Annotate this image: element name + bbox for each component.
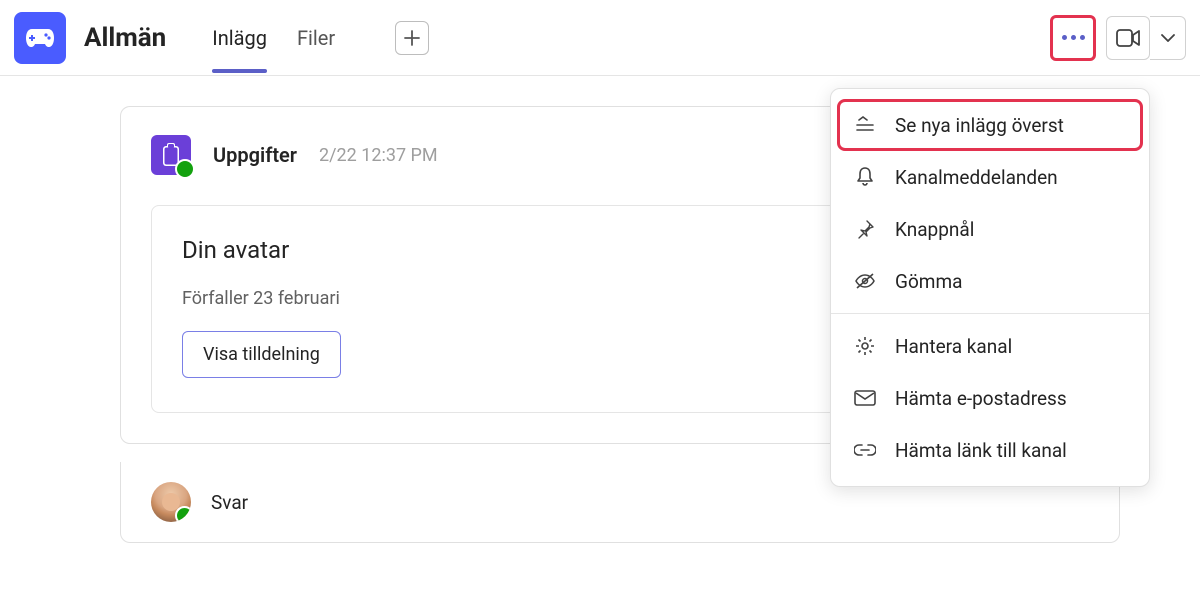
- menu-item-newest-first[interactable]: Se nya inlägg överst: [839, 101, 1141, 149]
- pin-icon: [853, 217, 877, 241]
- tab-posts[interactable]: Inlägg: [212, 4, 267, 72]
- menu-item-manage[interactable]: Hantera kanal: [831, 320, 1149, 372]
- menu-item-label: Hantera kanal: [895, 335, 1012, 358]
- gear-icon: [853, 334, 877, 358]
- bell-icon: [853, 165, 877, 189]
- post-timestamp: 2/22 12:37 PM: [319, 145, 438, 166]
- channel-header: Allmän Inlägg Filer: [0, 0, 1200, 76]
- menu-item-email[interactable]: Hämta e-postadress: [831, 372, 1149, 424]
- user-avatar: [151, 482, 191, 522]
- menu-item-label: Se nya inlägg överst: [895, 114, 1064, 137]
- menu-item-label: Kanalmeddelanden: [895, 166, 1058, 189]
- add-tab-button[interactable]: [395, 21, 429, 55]
- post-sender: Uppgifter: [213, 143, 297, 167]
- channel-options-menu: Se nya inlägg överst Kanalmeddelanden Kn…: [830, 88, 1150, 487]
- channel-name: Allmän: [84, 23, 166, 53]
- reply-label: Svar: [211, 491, 248, 514]
- meet-button[interactable]: [1106, 16, 1150, 60]
- view-assignment-button[interactable]: Visa tilldelning: [182, 331, 341, 378]
- gamepad-icon: [24, 27, 56, 49]
- menu-item-label: Knappnål: [895, 218, 974, 241]
- plus-icon: [403, 29, 421, 47]
- tab-files[interactable]: Filer: [297, 4, 335, 72]
- menu-item-pin[interactable]: Knappnål: [831, 203, 1149, 255]
- mail-icon: [853, 386, 877, 410]
- tabs: Inlägg Filer: [212, 4, 429, 72]
- assignments-app-icon: [151, 135, 191, 175]
- menu-item-label: Hämta länk till kanal: [895, 439, 1067, 462]
- menu-separator: [831, 313, 1149, 314]
- menu-item-hide[interactable]: Gömma: [831, 255, 1149, 307]
- menu-item-notifications[interactable]: Kanalmeddelanden: [831, 151, 1149, 203]
- sort-icon: [853, 113, 877, 137]
- ellipsis-icon: [1062, 35, 1085, 40]
- menu-item-link[interactable]: Hämta länk till kanal: [831, 424, 1149, 476]
- header-actions: [1050, 15, 1186, 61]
- menu-item-label: Hämta e-postadress: [895, 387, 1067, 410]
- team-icon: [14, 12, 66, 64]
- video-icon: [1116, 29, 1140, 47]
- menu-item-label: Gömma: [895, 270, 962, 293]
- more-options-button[interactable]: [1050, 15, 1096, 61]
- eye-off-icon: [853, 269, 877, 293]
- chevron-down-icon: [1161, 34, 1175, 42]
- meet-dropdown-button[interactable]: [1150, 16, 1186, 60]
- link-icon: [853, 438, 877, 462]
